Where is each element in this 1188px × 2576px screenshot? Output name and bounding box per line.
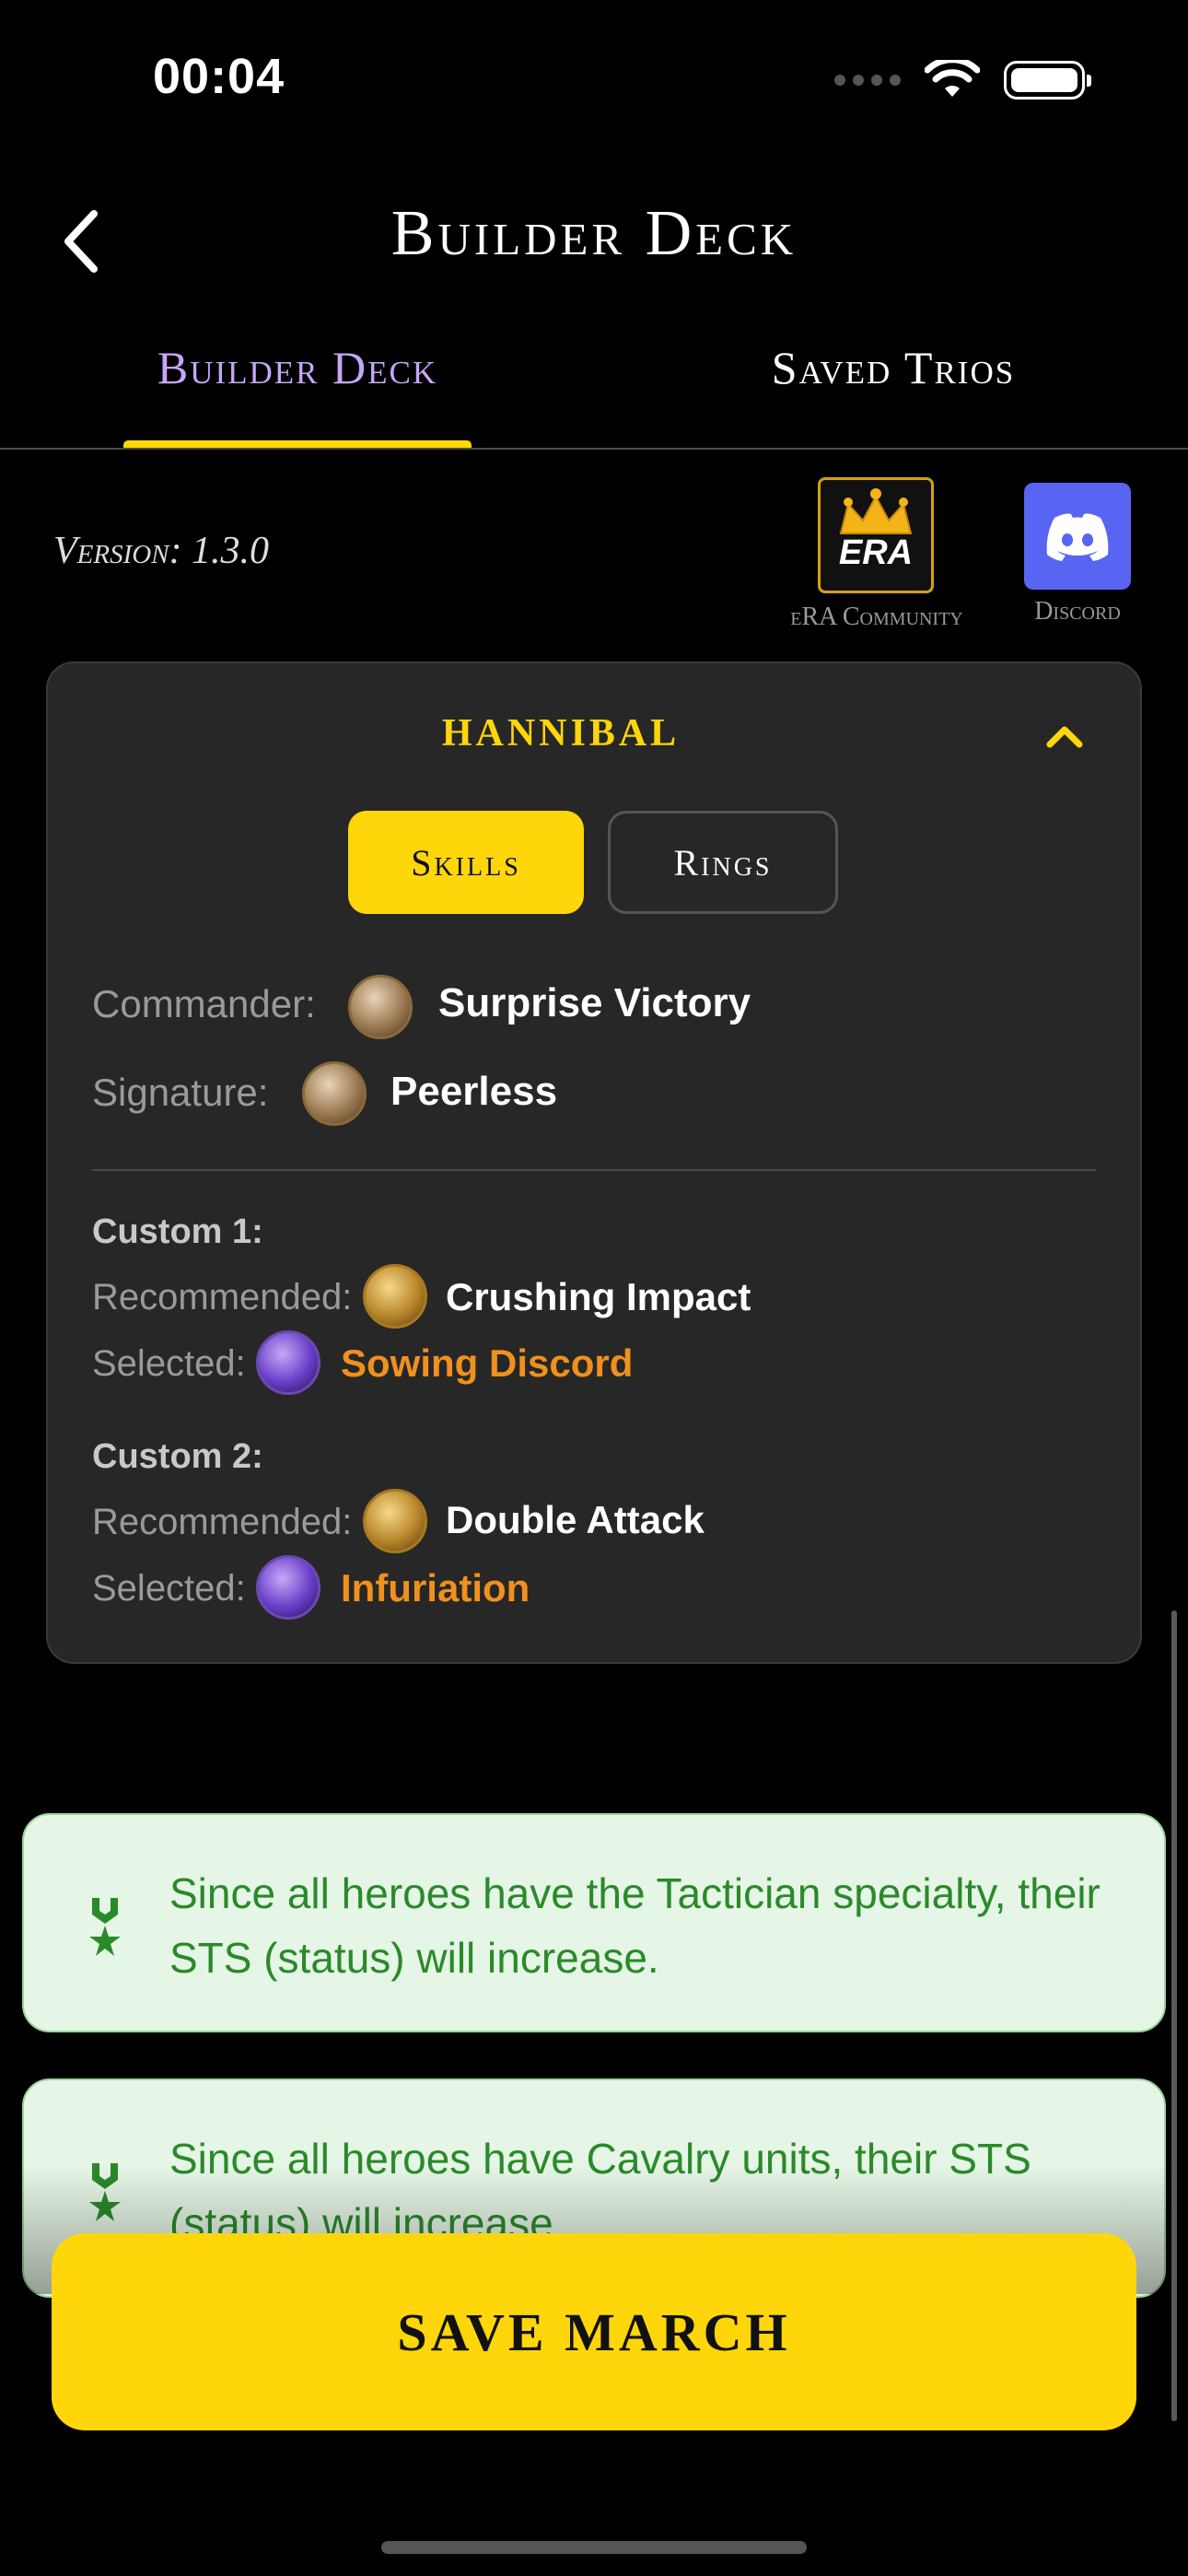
discord-label: Discord [1034, 597, 1121, 626]
peerless-skill-icon [302, 1061, 367, 1126]
card-divider [92, 1169, 1096, 1171]
infuriation-skill-icon[interactable] [256, 1555, 320, 1620]
custom-1-selected-label: Selected: [92, 1343, 246, 1384]
tactician-bonus-banner: Since all heroes have the Tactician spec… [22, 1813, 1166, 2032]
status-icons [834, 57, 1091, 103]
save-march-button[interactable]: SAVE MARCH [52, 2233, 1136, 2430]
custom-2-selected-skill[interactable]: Infuriation [341, 1566, 530, 1610]
era-community-label: eRA Community [790, 603, 963, 631]
custom-1-selected-skill[interactable]: Sowing Discord [341, 1341, 633, 1386]
battery-icon [1004, 61, 1091, 100]
double-attack-skill-icon [363, 1489, 427, 1553]
custom-2-selected-label: Selected: [92, 1568, 246, 1609]
wifi-icon [925, 60, 980, 97]
home-indicator[interactable] [381, 2541, 807, 2554]
banner-text: Since all heroes have the Tactician spec… [169, 1869, 1101, 1982]
commander-skill: Surprise Victory [438, 980, 751, 1025]
era-logo-text: ERA [838, 533, 914, 572]
tab-divider [0, 448, 1188, 450]
tab-builder-deck[interactable]: Builder Deck [123, 341, 472, 394]
signature-label: Signature: [92, 1071, 269, 1114]
custom-2-heading: Custom 2: [92, 1437, 263, 1476]
tab-saved-trios[interactable]: Saved Trios [700, 341, 1087, 394]
segment-rings[interactable]: Rings [608, 811, 838, 914]
segment-skills[interactable]: Skills [348, 811, 584, 914]
commander-label: Commander: [92, 982, 316, 1025]
cellular-signal-icon [834, 75, 901, 86]
custom-1-heading: Custom 1: [92, 1212, 263, 1251]
era-community-button[interactable]: ERA [818, 477, 934, 593]
surprise-victory-skill-icon [348, 975, 413, 1039]
signature-skill: Peerless [390, 1069, 558, 1114]
version-label: Version: 1.3.0 [53, 530, 270, 572]
scrollbar[interactable] [1171, 1610, 1177, 2421]
chevron-up-icon[interactable] [1041, 717, 1089, 754]
discord-button[interactable] [1024, 483, 1131, 590]
custom-2-recommended-skill: Double Attack [446, 1498, 705, 1541]
custom-2-recommended-label: Recommended: [92, 1502, 353, 1542]
sowing-discord-skill-icon[interactable] [256, 1330, 320, 1395]
medal-icon [89, 1898, 121, 1956]
page-title: Builder Deck [390, 198, 798, 269]
custom-1-recommended-label: Recommended: [92, 1277, 353, 1317]
discord-icon [1046, 513, 1109, 561]
custom-1-recommended-skill: Crushing Impact [446, 1275, 751, 1318]
crushing-impact-skill-icon [363, 1264, 427, 1329]
status-time: 00:04 [153, 49, 285, 104]
hero-name: HANNIBAL [441, 712, 681, 755]
